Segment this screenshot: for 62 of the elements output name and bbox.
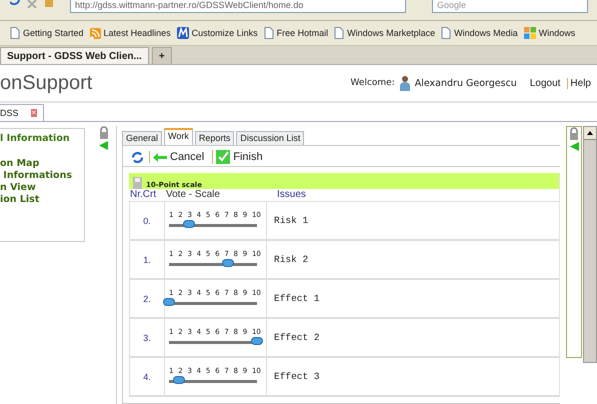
browser-tab[interactable]: Support - GDSS Web Clien... [0,47,149,64]
tab[interactable]: General [122,131,162,145]
windows-logo-icon [524,27,536,39]
finish-button[interactable]: Finish [212,150,266,164]
lock-icon[interactable] [98,126,109,139]
reload-icon[interactable] [10,0,20,8]
column-header: Issues [276,189,307,201]
slider-thumb[interactable] [222,259,234,267]
tab[interactable]: Reports [194,131,234,145]
feed-icon [90,28,101,38]
row-number: 0. [129,202,165,239]
bookmark-link[interactable]: Customize Links [176,27,258,39]
row-number: 4. [129,358,165,395]
address-field[interactable]: http://gdss.wittmann-partner.ro/GDSSWebClient/home.do [70,0,406,13]
refresh-icon[interactable] [131,150,144,164]
collapse-arrow-icon[interactable] [570,142,578,151]
user-icon [400,75,410,91]
page-icon [264,27,274,39]
scrollbar[interactable] [583,126,597,363]
welcome-label: Welcome: [350,78,395,88]
bookmark-link[interactable]: Latest Headlines [90,28,171,38]
bookmark-link[interactable]: Windows Media [441,27,518,39]
bookmark-link[interactable]: Windows [524,27,576,39]
document-tab[interactable]: DSS × [0,104,44,121]
issue-cell-text: Risk 2 [273,253,310,267]
page-icon [10,27,20,39]
header-link[interactable]: Logout [528,78,562,88]
cancel-button[interactable]: Cancel [149,151,208,163]
issue-cell-text: Effect 3 [273,370,321,384]
slider-thumb[interactable] [172,376,185,384]
issue-cell-text: Effect 2 [273,331,321,345]
slider-thumb[interactable] [251,337,263,345]
browser-tab[interactable]: + [152,47,172,64]
bookmark-link[interactable]: Windows Marketplace [334,27,436,39]
issue-cell-text: Risk 1 [273,214,310,228]
page-icon [334,27,344,39]
sidebar-item[interactable]: l Information [0,133,84,144]
row-number: 1. [129,241,165,278]
sidebar-item[interactable]: n View [0,182,84,193]
app-title: onSupport [0,72,92,94]
sidebar-item[interactable]: on Map [0,158,84,169]
slider-thumb[interactable] [163,298,175,306]
header-link[interactable]: Help [567,78,593,88]
sidebar-item[interactable]: ion List [0,194,84,205]
back-arrow-icon [153,152,167,162]
checkmark-icon [216,150,230,164]
sidebar-item[interactable]: Informations [0,170,84,181]
tab[interactable]: Work [164,128,193,145]
scroll-up-icon[interactable] [587,131,593,135]
bookmark-link[interactable]: Free Hotmail [264,27,328,39]
row-number: 3. [129,319,165,356]
issue-cell-text: Effect 1 [273,292,321,306]
page-icon [441,27,452,39]
lock-icon[interactable] [569,127,579,140]
collapse-arrow-icon[interactable] [99,141,108,150]
tab[interactable]: Discussion List [236,131,304,145]
logo-icon [176,27,189,39]
bookmark-link[interactable]: Getting Started [10,27,84,39]
column-header: Nr.Crt [129,189,158,201]
slider-thumb[interactable] [182,220,195,228]
column-header: Vote - Scale [165,189,221,201]
user-name: Alexandru Georgescu [414,78,517,88]
